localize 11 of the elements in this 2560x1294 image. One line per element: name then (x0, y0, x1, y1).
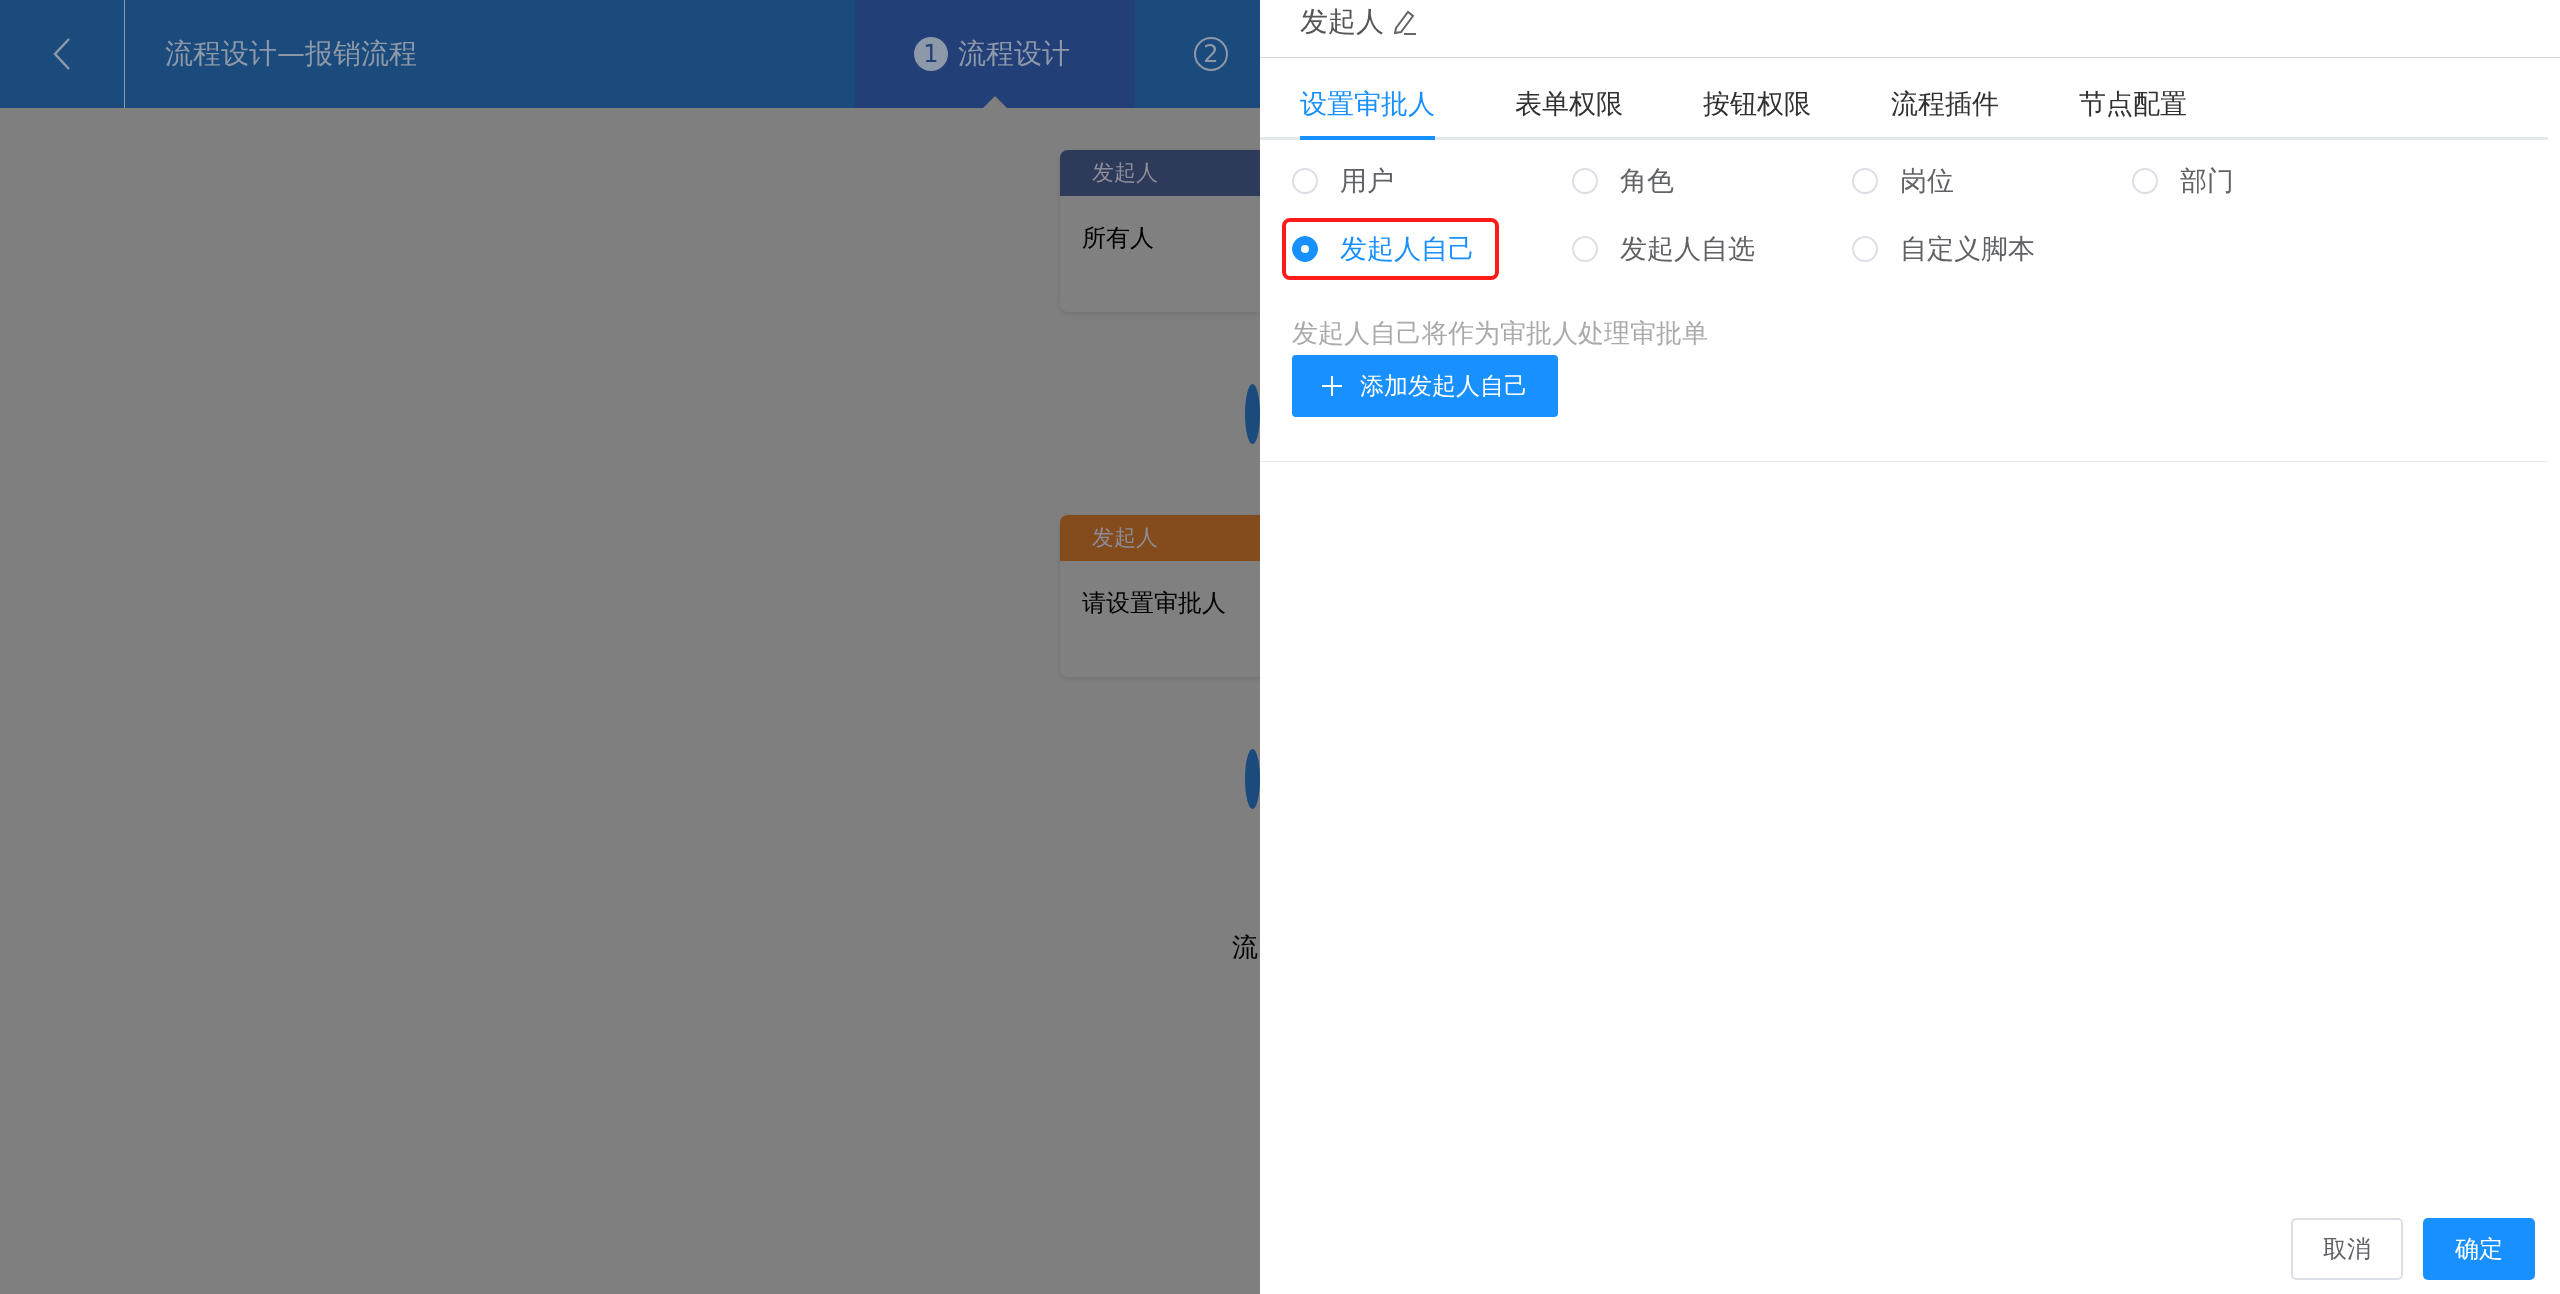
drawer-title: 发起人 (1300, 3, 1384, 40)
step-number: 1 (914, 37, 948, 71)
step-label: 流程设计 (958, 36, 1070, 72)
node-content: 所有人 (1081, 223, 1155, 254)
step-number: 2 (1194, 37, 1228, 71)
node-header: 发起人 (1060, 515, 1260, 561)
node-header: 发起人 (1060, 150, 1260, 196)
page-title: 流程设计—报销流程 (165, 36, 417, 72)
node-content: 请设置审批人 (1081, 588, 1227, 619)
end-label: 流 (1232, 931, 1259, 964)
hint-text: 发起人自己将作为审批人处理审批单 (1292, 317, 1709, 350)
